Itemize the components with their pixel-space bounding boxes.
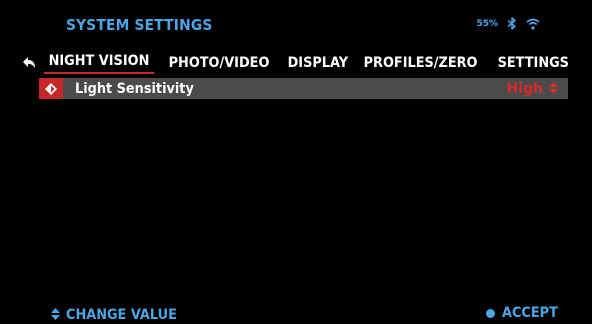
light-sensitivity-icon	[39, 78, 63, 99]
screen: SYSTEM SETTINGS 55% NIGHT VISION PHOTO/V…	[0, 0, 592, 324]
back-arrow-icon[interactable]	[22, 55, 36, 69]
tab-display[interactable]: DISPLAY	[283, 53, 353, 74]
setting-value-selector[interactable]: High	[506, 79, 558, 98]
setting-row-light-sensitivity[interactable]: Light Sensitivity High	[39, 78, 568, 99]
up-down-arrows-icon	[549, 79, 558, 98]
tab-bar: NIGHT VISION PHOTO/VIDEO DISPLAY PROFILE…	[44, 51, 580, 74]
tab-photo-video[interactable]: PHOTO/VIDEO	[164, 53, 274, 74]
tab-profiles-zero[interactable]: PROFILES/ZERO	[359, 53, 482, 74]
setting-label: Light Sensitivity	[75, 80, 194, 97]
accept-dot-icon	[486, 308, 496, 318]
page-title: SYSTEM SETTINGS	[66, 16, 213, 34]
bluetooth-icon	[507, 17, 517, 30]
change-value-label: CHANGE VALUE	[66, 306, 177, 323]
accept-hint: ACCEPT	[486, 305, 563, 321]
status-bar: 55%	[476, 17, 540, 30]
tab-night-vision[interactable]: NIGHT VISION	[44, 51, 154, 74]
wifi-icon	[526, 18, 540, 30]
accept-label: ACCEPT	[502, 305, 559, 321]
setting-value: High	[506, 80, 543, 97]
up-down-arrows-icon	[51, 305, 60, 324]
battery-level: 55%	[476, 18, 498, 29]
change-value-hint: CHANGE VALUE	[51, 305, 187, 324]
tab-settings[interactable]: SETTINGS	[493, 53, 574, 74]
